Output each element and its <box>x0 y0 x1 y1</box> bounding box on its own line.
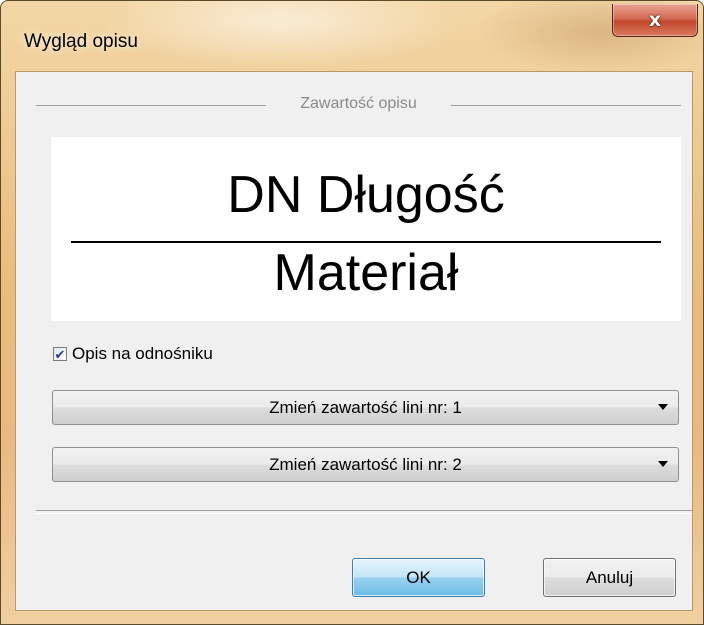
leader-label-checkbox[interactable]: ✔ <box>53 347 67 361</box>
cancel-button[interactable]: Anuluj <box>543 558 676 597</box>
dialog-client-area: Zawartość opisu DN Długość Materiał ✔ Op… <box>15 71 693 611</box>
preview-line-1: DN Długość <box>227 166 505 224</box>
preview-line-2: Materiał <box>273 244 459 302</box>
chevron-down-icon <box>658 461 668 467</box>
chevron-down-icon <box>658 404 668 410</box>
line-2-dropdown-label: Zmień zawartość lini nr: 2 <box>269 455 462 474</box>
label-preview: DN Długość Materiał <box>51 137 681 321</box>
group-title: Zawartość opisu <box>300 95 417 112</box>
leader-label-option[interactable]: ✔ Opis na odnośniku <box>53 344 213 364</box>
footer-separator <box>36 510 692 514</box>
close-icon: x <box>648 9 662 31</box>
dialog-window: Wygląd opisu x Zawartość opisu DN Długoś… <box>0 0 704 625</box>
line-2-content-dropdown[interactable]: Zmień zawartość lini nr: 2 <box>52 447 679 482</box>
line-1-dropdown-label: Zmień zawartość lini nr: 1 <box>269 398 462 417</box>
preview-divider <box>71 241 661 243</box>
ok-button[interactable]: OK <box>352 558 485 597</box>
close-button[interactable]: x <box>612 4 698 37</box>
group-divider-left <box>36 105 266 106</box>
leader-label-checkbox-label[interactable]: Opis na odnośniku <box>72 344 213 364</box>
checkmark-icon: ✔ <box>54 346 66 362</box>
group-divider-right <box>451 105 681 106</box>
line-1-content-dropdown[interactable]: Zmień zawartość lini nr: 1 <box>52 390 679 425</box>
window-title: Wygląd opisu <box>24 31 138 52</box>
